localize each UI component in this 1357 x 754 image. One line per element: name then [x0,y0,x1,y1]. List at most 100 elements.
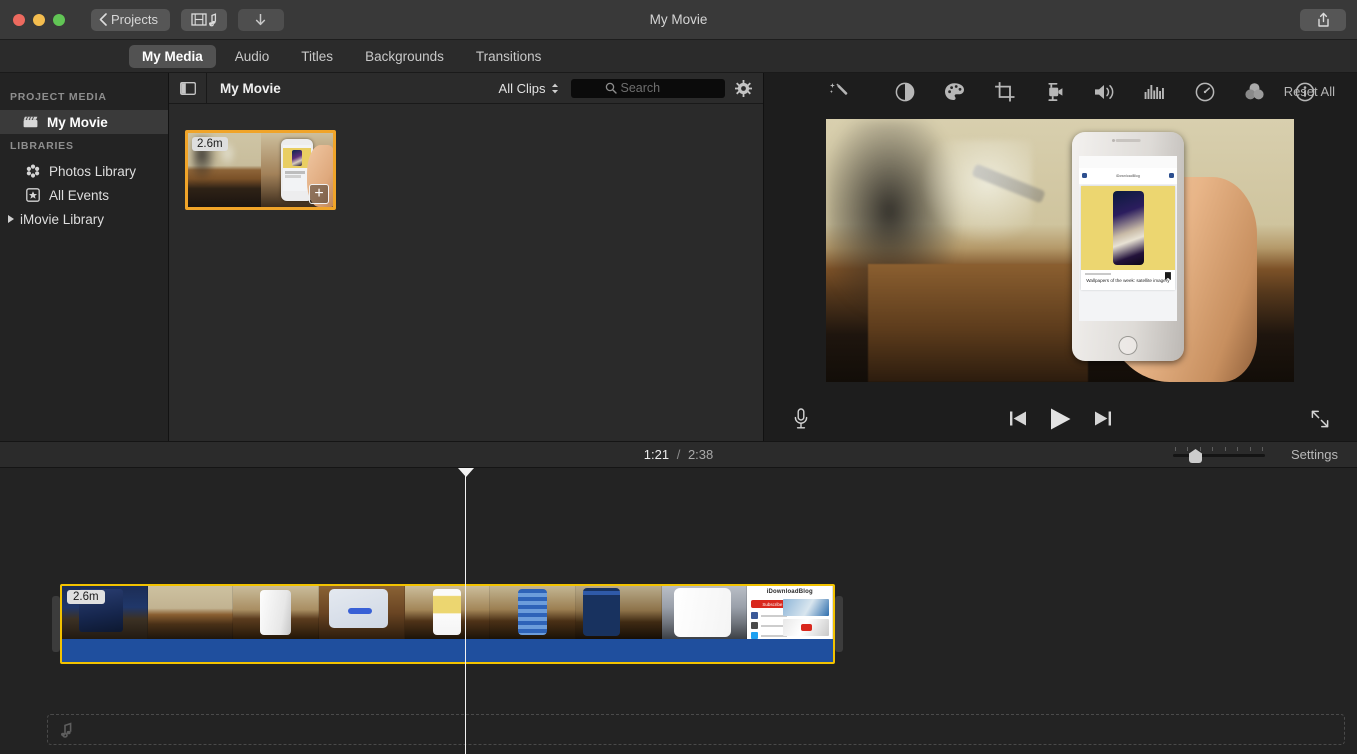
import-media-button[interactable] [237,8,284,31]
filmstrip-frame [404,586,491,639]
film-music-icon [191,13,217,27]
noise-reduction-icon [1144,85,1164,99]
speed-icon [1195,82,1214,101]
stabilization-button[interactable] [1042,79,1068,105]
end-card-video-thumbnails [783,599,830,636]
clip-filter-button[interactable] [1242,79,1268,105]
sidebar-item-label: All Events [49,187,110,203]
fullscreen-button[interactable] [1310,409,1330,429]
color-balance-icon [895,82,914,101]
tab-transitions[interactable]: Transitions [463,45,555,68]
filmstrip-frame-end-card: iDownloadBlog Subscribe [747,586,833,639]
total-time: 2:38 [687,447,714,462]
minimize-window-button[interactable] [33,13,45,26]
video-preview[interactable]: iDownloadBlog Wallpapers of the week: sa… [826,119,1295,382]
add-clip-to-project-button[interactable]: + [309,184,329,204]
noise-reduction-button[interactable] [1142,79,1168,105]
media-import-button[interactable] [180,8,227,31]
timecode-display: 1:21 / 2:38 [644,447,714,462]
search-icon [605,82,617,94]
reset-all-button[interactable]: Reset All [1284,84,1335,99]
zoom-tick-marks [1173,447,1265,452]
preview-home-button [1118,336,1138,356]
download-arrow-icon [256,14,266,26]
adjustment-tools [892,79,1318,105]
volume-button[interactable] [1092,79,1118,105]
browser-toolbar: My Movie All Clips Search [169,73,763,104]
tab-titles[interactable]: Titles [288,45,346,68]
preview-article-card: Wallpapers of the week: satellite imager… [1081,186,1175,291]
auto-enhance-button[interactable] [826,79,852,105]
crop-button[interactable] [992,79,1018,105]
viewer-stage: iDownloadBlog Wallpapers of the week: sa… [764,110,1357,396]
filmstrip-frame [233,586,320,639]
zoom-slider-track[interactable] [1173,449,1265,463]
content-tab-bar: My Media Audio Titles Backgrounds Transi… [0,40,1357,73]
preview-iphone: iDownloadBlog Wallpapers of the week: sa… [1071,132,1185,361]
sidebar-item-all-events[interactable]: All Events [0,183,168,207]
zoom-window-button[interactable] [53,13,65,26]
color-correction-icon [945,82,964,100]
tab-backgrounds[interactable]: Backgrounds [352,45,457,68]
timeline[interactable]: 2.6m iDownloadBlog Subscribe [0,468,1357,754]
timeline-video-clip[interactable]: 2.6m iDownloadBlog Subscribe [60,584,835,664]
end-card-title: iDownloadBlog [766,589,813,595]
browser-title: My Movie [220,80,281,96]
color-correction-button[interactable] [942,79,968,105]
traffic-lights [0,13,65,26]
star-box-icon [24,188,41,202]
music-note-icon [61,722,72,738]
preview-app-title: iDownloadBlog [1116,173,1141,178]
timecode-bar: 1:21 / 2:38 Settings [0,441,1357,468]
clip-filmstrip: iDownloadBlog Subscribe [62,586,833,639]
preview-nav-right-icon [1168,173,1174,179]
sidebar-item-my-movie[interactable]: My Movie [0,110,168,134]
timeline-settings-button[interactable]: Settings [1291,447,1338,462]
magic-wand-icon [829,82,847,95]
search-input[interactable]: Search [570,78,725,98]
skip-to-end-icon [1094,411,1111,426]
clip-filter-dropdown[interactable]: All Clips [499,81,559,96]
playhead[interactable] [465,468,467,754]
skip-to-start-button[interactable] [1009,410,1027,427]
sidebar-section-project-media: PROJECT MEDIA [10,91,107,103]
sidebar-toggle-button[interactable] [169,73,207,103]
clapperboard-icon [22,116,39,128]
back-to-projects-button[interactable]: Projects [91,8,170,31]
play-button[interactable] [1049,407,1072,431]
viewer-pane: Reset All iDownloadBlog Wallpapers of th… [763,73,1357,441]
clip-trim-handle-right[interactable] [835,596,843,652]
tab-my-media[interactable]: My Media [129,44,216,68]
tab-audio[interactable]: Audio [222,45,283,68]
close-window-button[interactable] [13,13,25,26]
title-bar: Projects My Movie [0,0,1357,40]
clip-duration-badge: 2.6m [192,137,228,151]
filmstrip-frame [319,586,405,639]
sidebar: PROJECT MEDIA My Movie LIBRARIES Photos … [0,73,169,441]
share-button[interactable] [1300,8,1346,31]
preview-hero-phone [1113,191,1144,266]
disclosure-triangle-icon[interactable] [8,215,14,223]
filmstrip-frame [147,586,234,639]
timeline-zoom-slider[interactable] [1173,447,1265,463]
preview-phone-speaker [1115,139,1141,142]
expand-arrows-icon [1311,410,1329,427]
skip-to-end-button[interactable] [1094,410,1112,427]
browser-settings-button[interactable] [725,79,763,97]
preview-nav-left-icon [1082,173,1088,179]
clip-trim-handle-left[interactable] [52,596,60,652]
speed-button[interactable] [1192,79,1218,105]
imovie-window: Projects My Movie My Media Audio Titles … [0,0,1357,754]
media-clip-thumbnail[interactable]: 2.6m + [185,130,336,210]
preview-phone-screen: iDownloadBlog Wallpapers of the week: sa… [1079,156,1177,321]
music-drop-zone[interactable] [47,714,1345,745]
play-icon [1050,408,1071,429]
photos-flower-icon [24,164,41,178]
color-balance-button[interactable] [892,79,918,105]
sidebar-item-photos-library[interactable]: Photos Library [0,159,168,183]
current-time: 1:21 [643,447,670,462]
sidebar-item-imovie-library[interactable]: iMovie Library [0,207,168,231]
media-browser: My Movie All Clips Search 2.6m + [169,73,764,441]
back-button-label: Projects [111,12,158,27]
playback-controls [764,396,1357,441]
